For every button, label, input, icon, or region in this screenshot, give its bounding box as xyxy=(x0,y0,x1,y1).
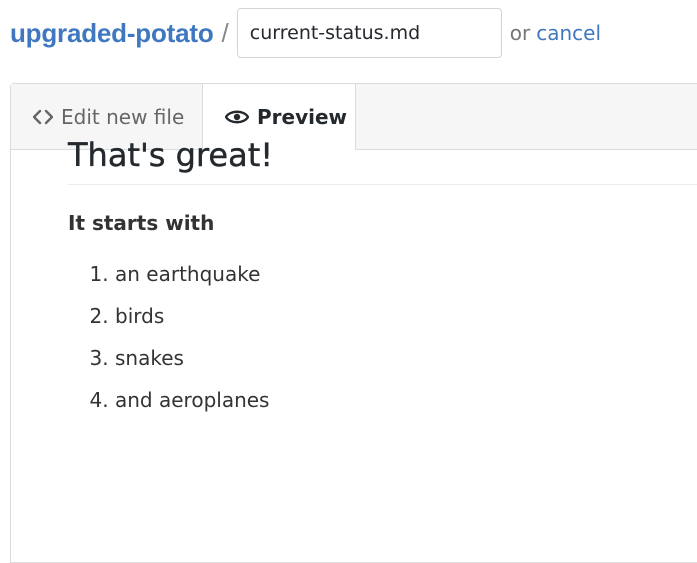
list-item: birds xyxy=(115,301,697,343)
code-icon xyxy=(33,109,53,125)
list-item: an earthquake xyxy=(115,259,697,301)
tab-preview-label: Preview xyxy=(257,105,348,129)
or-cancel-text: or cancel xyxy=(510,21,601,45)
preview-lead-text: It starts with xyxy=(68,211,215,235)
eye-icon xyxy=(225,109,249,125)
preview-ordered-list: an earthquake birds snakes and aeroplane… xyxy=(68,259,697,427)
list-item: snakes xyxy=(115,343,697,385)
filename-input[interactable] xyxy=(236,8,502,58)
file-path-bar: upgraded-potato / orcancel xyxy=(10,8,601,58)
markdown-preview: That's great! It starts with an earthqua… xyxy=(68,136,697,427)
preview-heading: That's great! xyxy=(68,136,697,185)
or-label: or xyxy=(509,21,531,45)
list-item: and aeroplanes xyxy=(115,385,697,427)
tab-edit-label: Edit new file xyxy=(61,105,185,129)
repo-link[interactable]: upgraded-potato xyxy=(10,18,214,49)
path-separator: / xyxy=(221,17,229,48)
cancel-link[interactable]: cancel xyxy=(536,21,601,45)
